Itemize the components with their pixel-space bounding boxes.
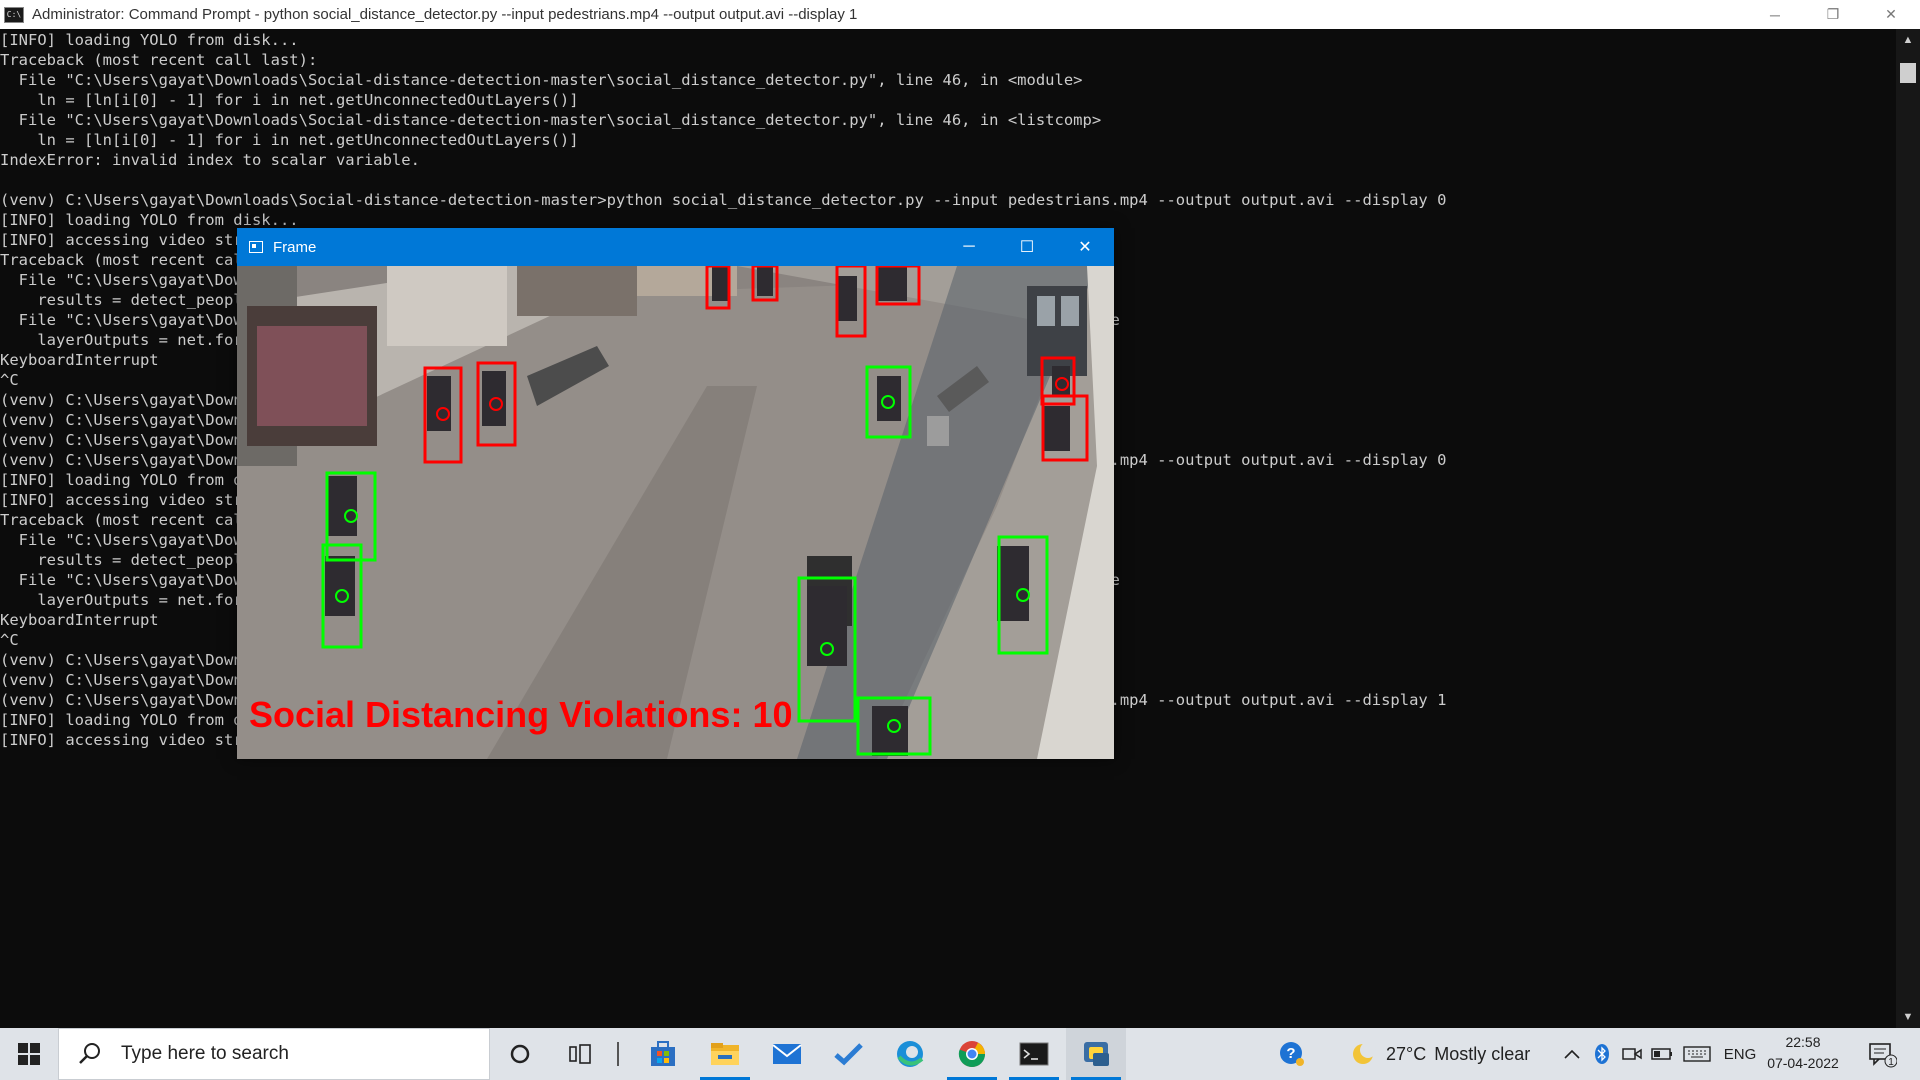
weather-condition: Mostly clear	[1434, 1043, 1531, 1064]
help-button[interactable]: ?	[1272, 1028, 1312, 1080]
start-button[interactable]	[0, 1028, 58, 1080]
windows-logo-icon	[18, 1043, 40, 1065]
python-app-button[interactable]	[1066, 1028, 1126, 1080]
bluetooth-icon	[1595, 1044, 1609, 1064]
notification-icon: 1	[1869, 1043, 1897, 1068]
terminal-line: Traceback (most recent call last):	[0, 51, 318, 69]
command-prompt-button[interactable]	[1004, 1028, 1064, 1080]
clock[interactable]: 22:58 07-04-2022	[1760, 1032, 1846, 1074]
notifications-button[interactable]: 1	[1862, 1028, 1902, 1080]
console-app-icon: C:\	[4, 6, 24, 23]
file-explorer-button[interactable]	[695, 1028, 755, 1080]
frame-titlebar[interactable]: Frame ─ ☐ ✕	[237, 228, 1114, 266]
meet-now-button[interactable]	[1618, 1028, 1646, 1080]
terminal-line: File "C:\Users\gayat\Downloads\Social-di…	[0, 111, 1102, 129]
todo-button[interactable]	[818, 1028, 878, 1080]
keyboard-icon	[1683, 1046, 1711, 1062]
frame-window-icon	[249, 241, 263, 253]
chevron-up-icon	[1564, 1049, 1580, 1059]
chrome-button[interactable]	[942, 1028, 1002, 1080]
moon-icon	[1353, 1042, 1376, 1064]
clock-time: 22:58	[1785, 1034, 1821, 1050]
cortana-button[interactable]	[490, 1028, 550, 1080]
taskbar-separator	[612, 1028, 624, 1080]
console-titlebar[interactable]: C:\ Administrator: Command Prompt - pyth…	[0, 0, 1920, 29]
mail-icon	[772, 1044, 802, 1064]
terminal-line: IndexError: invalid index to scalar vari…	[0, 151, 420, 169]
video-frame: Social Distancing Violations: 10	[237, 266, 1114, 759]
edge-icon	[897, 1041, 924, 1067]
frame-minimize-button[interactable]: ─	[940, 228, 998, 266]
terminal-line: [INFO] loading YOLO from disk...	[0, 211, 299, 229]
frame-window[interactable]: Frame ─ ☐ ✕ Social Distancing Violations…	[237, 228, 1114, 759]
python-icon	[1084, 1042, 1109, 1066]
terminal-icon	[1019, 1042, 1049, 1066]
help-icon: ?	[1280, 1042, 1304, 1066]
minimize-button[interactable]: ─	[1746, 0, 1804, 29]
notification-count: 1	[1888, 1057, 1894, 1068]
touch-keyboard-button[interactable]	[1680, 1028, 1714, 1080]
todo-icon	[834, 1043, 863, 1066]
video-camera-icon	[1622, 1048, 1642, 1060]
battery-icon	[1651, 1048, 1672, 1060]
terminal-line: ln = [ln[i[0] - 1] for i in net.getUncon…	[0, 91, 579, 109]
frame-window-controls: ─ ☐ ✕	[940, 228, 1114, 266]
input-language: ENG	[1723, 1045, 1757, 1063]
store-button[interactable]	[633, 1028, 693, 1080]
task-view-button[interactable]	[550, 1028, 610, 1080]
terminal-line: (venv) C:\Users\gayat\Downloads\Social-d…	[0, 191, 1447, 209]
frame-window-title: Frame	[273, 238, 317, 256]
chrome-icon	[958, 1041, 986, 1068]
store-icon	[651, 1041, 675, 1066]
show-hidden-icons-button[interactable]	[1560, 1028, 1584, 1080]
battery-button[interactable]	[1648, 1028, 1676, 1080]
vertical-scrollbar[interactable]: ▲ ▼	[1896, 29, 1920, 1028]
terminal-line: File "C:\Users\gayat\Downloads\Social-di…	[0, 71, 1083, 89]
console-window-controls: ─ ❐ ✕	[1746, 0, 1920, 29]
taskbar-search-box[interactable]: Type here to search	[58, 1028, 490, 1080]
edge-button[interactable]	[880, 1028, 940, 1080]
file-explorer-icon	[711, 1043, 739, 1065]
frame-close-button[interactable]: ✕	[1056, 228, 1114, 266]
violations-overlay-text: Social Distancing Violations: 10	[249, 694, 792, 735]
close-button[interactable]: ✕	[1862, 0, 1920, 29]
weather-widget[interactable]: 27°C Mostly clear	[1350, 1028, 1546, 1080]
scroll-up-arrow-icon[interactable]: ▲	[1896, 29, 1920, 51]
mail-button[interactable]	[757, 1028, 817, 1080]
scroll-down-arrow-icon[interactable]: ▼	[1896, 1006, 1920, 1028]
clock-date: 07-04-2022	[1767, 1055, 1839, 1071]
task-view-icon	[569, 1044, 591, 1064]
svg-text:?: ?	[1286, 1045, 1295, 1062]
taskbar: Type here to search ? 27°C Mostly clear …	[0, 1028, 1920, 1080]
bluetooth-button[interactable]	[1588, 1028, 1616, 1080]
console-window-title: Administrator: Command Prompt - python s…	[32, 6, 858, 23]
terminal-line: ln = [ln[i[0] - 1] for i in net.getUncon…	[0, 131, 579, 149]
frame-maximize-button[interactable]: ☐	[998, 228, 1056, 266]
scroll-thumb[interactable]	[1900, 63, 1916, 83]
search-placeholder: Type here to search	[121, 1043, 289, 1064]
search-icon	[79, 1043, 100, 1064]
restore-button[interactable]: ❐	[1804, 0, 1862, 29]
weather-temperature: 27°C	[1386, 1043, 1427, 1064]
input-language-button[interactable]: ENG	[1720, 1028, 1760, 1080]
terminal-line: [INFO] loading YOLO from disk...	[0, 31, 299, 49]
cortana-icon	[510, 1044, 530, 1064]
